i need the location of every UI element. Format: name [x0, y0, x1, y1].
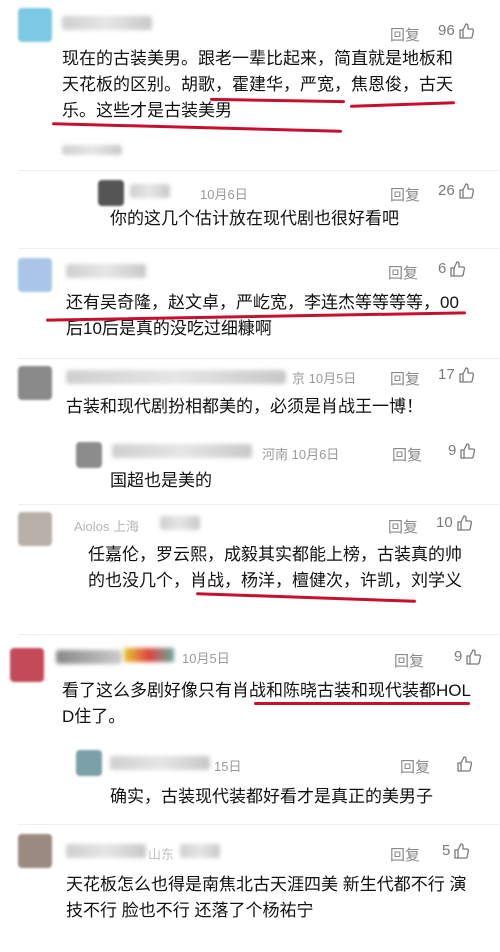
comment-text: 天花板怎么也得是南焦北古天涯四美 新生代都不行 演技不行 脸也不行 还落了个杨祐…: [66, 875, 467, 920]
reply-button[interactable]: 回复: [400, 756, 430, 777]
username-location: 山东: [148, 847, 175, 862]
username-blurred: [112, 444, 252, 458]
avatar[interactable]: [18, 258, 52, 292]
reply-button[interactable]: 回复: [390, 368, 420, 389]
like-button[interactable]: 26: [438, 182, 474, 199]
like-count: 5: [442, 842, 451, 859]
comment-location-date: 京 10月5日: [292, 371, 357, 386]
username-location: Aiolos 上海: [74, 519, 140, 534]
avatar[interactable]: [18, 512, 52, 546]
comment-date: 10月6日: [200, 187, 248, 202]
like-button[interactable]: 9: [448, 442, 476, 459]
comment-date: 15日: [214, 759, 242, 774]
username-blurred: [56, 650, 122, 664]
like-count: 96: [438, 22, 455, 39]
reply-button[interactable]: 回复: [394, 650, 424, 671]
comment-location-date: 河南 10月6日: [262, 447, 340, 462]
like-button[interactable]: 96: [438, 22, 474, 39]
reply-button[interactable]: 回复: [390, 24, 420, 45]
divider: [18, 634, 500, 635]
thumbs-up-icon[interactable]: [456, 756, 472, 772]
comment-date: 10月5日: [182, 651, 230, 666]
comment-text: 确实，古装现代装都好看才是真正的美男子: [110, 787, 433, 806]
username-blurred: [110, 756, 210, 770]
avatar[interactable]: [10, 648, 44, 682]
reply-button[interactable]: 回复: [388, 262, 418, 283]
thumbs-up-icon: [466, 648, 482, 665]
like-count: 26: [438, 182, 455, 199]
like-count: 10: [436, 514, 453, 531]
like-button[interactable]: 10: [436, 514, 472, 531]
divider: [18, 358, 500, 359]
like-button[interactable]: 17: [438, 366, 474, 383]
avatar[interactable]: [18, 366, 52, 400]
username-blurred: [66, 370, 286, 384]
blurred-area: [62, 145, 122, 155]
reply-button[interactable]: 回复: [388, 516, 418, 537]
thumbs-up-icon: [459, 182, 474, 199]
username-blurred: [180, 844, 220, 858]
thumbs-up-icon: [450, 260, 466, 277]
thumbs-up-icon: [459, 366, 474, 383]
thumbs-up-icon: [457, 514, 472, 531]
comment-text: 现在的古装美男。跟老一辈比起来，简直就是地板和天花板的区别。胡歌，霍建华，严宽，…: [62, 49, 453, 120]
reply-button[interactable]: 回复: [392, 444, 422, 465]
like-count: 9: [448, 442, 457, 459]
thumbs-up-icon: [459, 22, 474, 39]
like-count: 17: [438, 366, 455, 383]
divider: [18, 504, 500, 505]
avatar[interactable]: [18, 834, 52, 868]
thumbs-up-icon: [454, 842, 470, 859]
username-blurred: [66, 264, 146, 278]
avatar[interactable]: [18, 8, 52, 42]
reply-button[interactable]: 回复: [390, 184, 420, 205]
blurred-badge: [124, 648, 174, 662]
avatar[interactable]: [76, 750, 102, 776]
like-count: 6: [438, 260, 447, 277]
comment-text: 古装和现代剧扮相都美的，必须是肖战王一博！: [66, 397, 423, 416]
username-blurred: [62, 16, 152, 30]
avatar[interactable]: [98, 180, 124, 206]
divider: [18, 248, 500, 249]
like-button[interactable]: 9: [454, 648, 482, 665]
comment-text: 你的这几个估计放在现代剧也很好看吧: [110, 209, 399, 228]
reply-button[interactable]: 回复: [390, 844, 420, 865]
username-blurred: [160, 516, 200, 530]
comment-text: 国超也是美的: [110, 471, 212, 490]
comment-text: 任嘉伦，罗云熙，成毅其实都能上榜，古装真的帅的也没几个，肖战，杨洋，檀健次，许凯…: [88, 545, 462, 590]
divider: [18, 824, 500, 825]
like-button[interactable]: 5: [442, 842, 470, 859]
username-blurred: [130, 184, 170, 198]
like-button[interactable]: 6: [438, 260, 466, 277]
like-count: 9: [454, 648, 463, 665]
avatar[interactable]: [76, 442, 102, 468]
thumbs-up-icon: [460, 442, 476, 459]
highlight-underline: [254, 702, 470, 705]
divider: [18, 170, 500, 171]
username-blurred: [66, 844, 146, 858]
